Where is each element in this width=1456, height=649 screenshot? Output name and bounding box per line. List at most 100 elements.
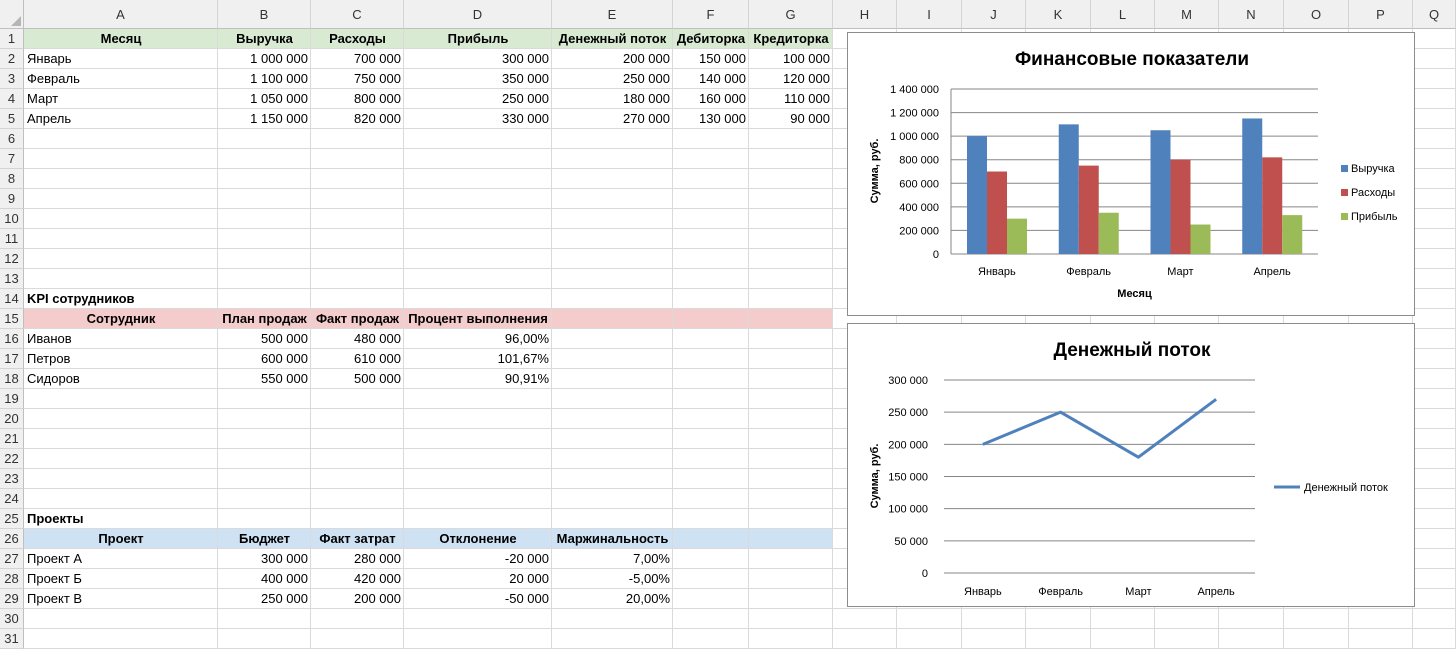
projects-cell[interactable]: 280 000 (311, 549, 404, 569)
kpi-cell[interactable]: 500 000 (218, 329, 311, 349)
row-header-17[interactable]: 17 (0, 349, 24, 369)
row-header-10[interactable]: 10 (0, 209, 24, 229)
finance-cell[interactable]: 1 000 000 (218, 49, 311, 69)
projects-cell[interactable]: -5,00% (552, 569, 673, 589)
column-header-D[interactable]: D (404, 0, 552, 29)
kpi-cell[interactable]: 500 000 (311, 369, 404, 389)
finance-cell[interactable]: Март (24, 89, 218, 109)
kpi-cell[interactable]: Петров (24, 349, 218, 369)
column-header-G[interactable]: G (749, 0, 833, 29)
kpi-cell[interactable]: 96,00% (404, 329, 552, 349)
projects-header-cell[interactable]: Бюджет (218, 529, 311, 549)
projects-header-cell[interactable]: Отклонение (404, 529, 552, 549)
finance-cell[interactable]: 270 000 (552, 109, 673, 129)
column-header-A[interactable]: A (24, 0, 218, 29)
row-header-5[interactable]: 5 (0, 109, 24, 129)
finance-cell[interactable]: 250 000 (404, 89, 552, 109)
row-header-6[interactable]: 6 (0, 129, 24, 149)
finance-cell[interactable]: 120 000 (749, 69, 833, 89)
select-all-corner[interactable] (0, 0, 24, 29)
finance-cell[interactable]: 160 000 (673, 89, 749, 109)
row-header-8[interactable]: 8 (0, 169, 24, 189)
finance-cell[interactable]: 330 000 (404, 109, 552, 129)
finance-cell[interactable]: 150 000 (673, 49, 749, 69)
finance-header-cell[interactable]: Денежный поток (552, 29, 673, 49)
finance-cell[interactable]: 350 000 (404, 69, 552, 89)
column-header-B[interactable]: B (218, 0, 311, 29)
finance-header-cell[interactable]: Выручка (218, 29, 311, 49)
column-header-K[interactable]: K (1026, 0, 1091, 29)
finance-cell[interactable]: 140 000 (673, 69, 749, 89)
column-header-O[interactable]: O (1284, 0, 1349, 29)
row-header-2[interactable]: 2 (0, 49, 24, 69)
projects-section-title[interactable]: Проекты (24, 509, 218, 529)
finance-cell[interactable]: 100 000 (749, 49, 833, 69)
projects-cell[interactable]: 250 000 (218, 589, 311, 609)
spreadsheet[interactable]: A B C D E F G H I J K L M N O P Q 1 2 3 4 5 6 7 8 9 10 11 12 13 14 15 16… (0, 0, 1456, 649)
row-header-4[interactable]: 4 (0, 89, 24, 109)
finance-bar-chart[interactable]: Финансовые показатели 0 200 000 400 000 600 … (847, 32, 1415, 316)
projects-cell[interactable]: 7,00% (552, 549, 673, 569)
kpi-header-cell[interactable]: Факт продаж (311, 309, 404, 329)
finance-header-cell[interactable]: Месяц (24, 29, 218, 49)
finance-cell[interactable]: 110 000 (749, 89, 833, 109)
projects-cell[interactable]: 20 000 (404, 569, 552, 589)
finance-cell[interactable]: 1 050 000 (218, 89, 311, 109)
row-header-25[interactable]: 25 (0, 509, 24, 529)
row-header-12[interactable]: 12 (0, 249, 24, 269)
row-header-24[interactable]: 24 (0, 489, 24, 509)
kpi-cell[interactable]: Сидоров (24, 369, 218, 389)
finance-cell[interactable]: 180 000 (552, 89, 673, 109)
row-header-20[interactable]: 20 (0, 409, 24, 429)
row-header-30[interactable]: 30 (0, 609, 24, 629)
projects-header-cell[interactable]: Проект (24, 529, 218, 549)
projects-cell[interactable]: 20,00% (552, 589, 673, 609)
column-header-Q[interactable]: Q (1413, 0, 1456, 29)
row-header-16[interactable]: 16 (0, 329, 24, 349)
finance-cell[interactable]: 800 000 (311, 89, 404, 109)
kpi-section-title[interactable]: KPI сотрудников (24, 289, 218, 309)
finance-header-cell[interactable]: Расходы (311, 29, 404, 49)
column-header-N[interactable]: N (1219, 0, 1284, 29)
column-header-I[interactable]: I (897, 0, 962, 29)
row-header-27[interactable]: 27 (0, 549, 24, 569)
kpi-cell[interactable]: 610 000 (311, 349, 404, 369)
row-header-3[interactable]: 3 (0, 69, 24, 89)
finance-cell[interactable]: 1 100 000 (218, 69, 311, 89)
row-header-31[interactable]: 31 (0, 629, 24, 649)
finance-cell[interactable]: Февраль (24, 69, 218, 89)
column-header-L[interactable]: L (1091, 0, 1155, 29)
row-header-15[interactable]: 15 (0, 309, 24, 329)
finance-cell[interactable]: 820 000 (311, 109, 404, 129)
projects-cell[interactable]: Проект А (24, 549, 218, 569)
finance-cell[interactable]: 750 000 (311, 69, 404, 89)
column-header-M[interactable]: M (1155, 0, 1219, 29)
finance-cell[interactable]: 300 000 (404, 49, 552, 69)
kpi-cell[interactable]: 550 000 (218, 369, 311, 389)
row-header-21[interactable]: 21 (0, 429, 24, 449)
kpi-cell[interactable]: 600 000 (218, 349, 311, 369)
finance-cell[interactable]: 90 000 (749, 109, 833, 129)
row-header-14[interactable]: 14 (0, 289, 24, 309)
row-header-19[interactable]: 19 (0, 389, 24, 409)
row-header-7[interactable]: 7 (0, 149, 24, 169)
row-header-9[interactable]: 9 (0, 189, 24, 209)
kpi-cell[interactable]: 90,91% (404, 369, 552, 389)
projects-header-cell[interactable]: Факт затрат (311, 529, 404, 549)
projects-cell[interactable]: -20 000 (404, 549, 552, 569)
kpi-cell[interactable]: Иванов (24, 329, 218, 349)
row-header-28[interactable]: 28 (0, 569, 24, 589)
row-header-23[interactable]: 23 (0, 469, 24, 489)
projects-cell[interactable]: Проект Б (24, 569, 218, 589)
projects-cell[interactable]: 400 000 (218, 569, 311, 589)
kpi-header-cell[interactable]: Процент выполнения (404, 309, 552, 329)
row-header-11[interactable]: 11 (0, 229, 24, 249)
finance-header-cell[interactable]: Дебиторка (673, 29, 749, 49)
column-header-H[interactable]: H (833, 0, 897, 29)
row-header-13[interactable]: 13 (0, 269, 24, 289)
projects-cell[interactable]: -50 000 (404, 589, 552, 609)
finance-header-cell[interactable]: Прибыль (404, 29, 552, 49)
kpi-header-cell[interactable]: План продаж (218, 309, 311, 329)
finance-cell[interactable]: 1 150 000 (218, 109, 311, 129)
column-header-F[interactable]: F (673, 0, 749, 29)
